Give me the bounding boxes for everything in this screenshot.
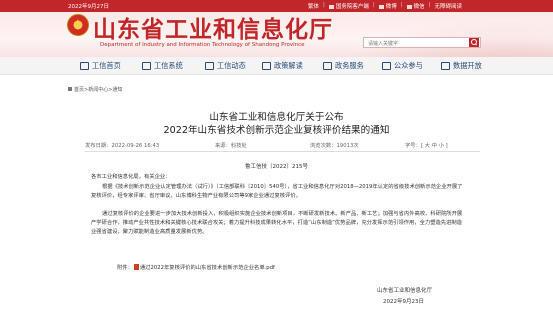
breadcrumb[interactable]: 首页>新闻中心>通知: [68, 86, 122, 93]
national-emblem-icon: [67, 14, 89, 36]
nav-item-service[interactable]: 政务服务: [323, 61, 364, 71]
nav-item-data[interactable]: 数据开放: [441, 61, 482, 71]
policy-icon: [262, 62, 271, 70]
nav-item-news[interactable]: 工信动态: [205, 61, 246, 71]
nav-item-system[interactable]: 工信系统: [142, 61, 183, 71]
divider: [85, 151, 480, 152]
data-icon: [441, 62, 450, 70]
weibo-icon: [378, 4, 384, 9]
site-subtitle: Department of Industry and Information T…: [100, 42, 305, 48]
search-input[interactable]: 请输入关键字: [363, 37, 481, 48]
top-links: 繁体 | 国务院客户端 | 微博 | 微信 | 无障碍阅读: [308, 2, 462, 10]
font-size-control[interactable]: 字号：[ 大 中 小 ]: [405, 141, 448, 149]
document-number: 鲁工信技〔2022〕215号: [245, 164, 308, 170]
source: 来源：科技处: [215, 143, 247, 149]
main-nav: 工信首页 工信系统 工信动态 政策解读 政务服务 公众参与 数据开放: [0, 57, 553, 75]
attachment: 附件： 通过2022年复核评价的山东省技术创新示范企业名单.pdf: [117, 263, 275, 271]
separator: |: [372, 2, 375, 8]
header-decoration: [320, 12, 553, 57]
phone-icon: [328, 4, 334, 9]
attachment-link[interactable]: 通过2022年复核评价的山东省技术创新示范企业名单.pdf: [140, 265, 275, 271]
search-icon[interactable]: [469, 38, 479, 47]
home-icon: [80, 62, 89, 70]
signature-org: 山东省工业和信息化厅: [377, 288, 433, 294]
view-count: 浏览次数：19013次: [310, 143, 359, 149]
paragraph-1: 根据《技术创新示范企业认定管理办法（试行）》（工信部联科〔2010〕540号），…: [91, 184, 463, 199]
salutation: 各市工业和信息化局，有关企业：: [91, 174, 171, 180]
people-icon: [382, 62, 391, 70]
article-title-line2: 2022年山东省技术创新示范企业复核评价结果的通知: [163, 125, 390, 136]
article-title-line1: 山东省工业和信息化厅关于公布: [209, 112, 344, 123]
news-icon: [205, 62, 214, 70]
weibo-link[interactable]: 微博: [378, 2, 397, 10]
nav-item-policy[interactable]: 政策解读: [262, 61, 303, 71]
separator: |: [323, 2, 325, 8]
location-icon: [68, 87, 72, 91]
site-title[interactable]: 山东省工业和信息化厅: [93, 10, 333, 44]
wechat-link[interactable]: 微信: [406, 2, 425, 10]
paragraph-2: 通过复核评价的企业要进一步加大技术创新投入，积极组织实施企业技术创新项目，不断研…: [91, 211, 463, 235]
signature-date: 2022年9月23日: [383, 299, 424, 305]
publish-date: 发布日期：2022-09-26 16:43: [85, 143, 160, 149]
current-date: 2022年9月27日: [68, 4, 109, 10]
attachment-label: 附件：: [117, 265, 133, 271]
accessibility-link[interactable]: 无障碍阅读: [435, 2, 463, 10]
separator: |: [400, 2, 403, 8]
wechat-icon: [406, 4, 412, 9]
state-council-app-link[interactable]: 国务院客户端: [328, 2, 369, 10]
nav-item-home[interactable]: 工信首页: [80, 61, 121, 71]
building-icon: [142, 62, 151, 70]
traditional-chinese-link[interactable]: 繁体: [308, 2, 319, 10]
pdf-icon: [133, 264, 139, 270]
separator: |: [428, 2, 431, 8]
service-icon: [323, 62, 332, 70]
nav-item-public[interactable]: 公众参与: [382, 61, 423, 71]
